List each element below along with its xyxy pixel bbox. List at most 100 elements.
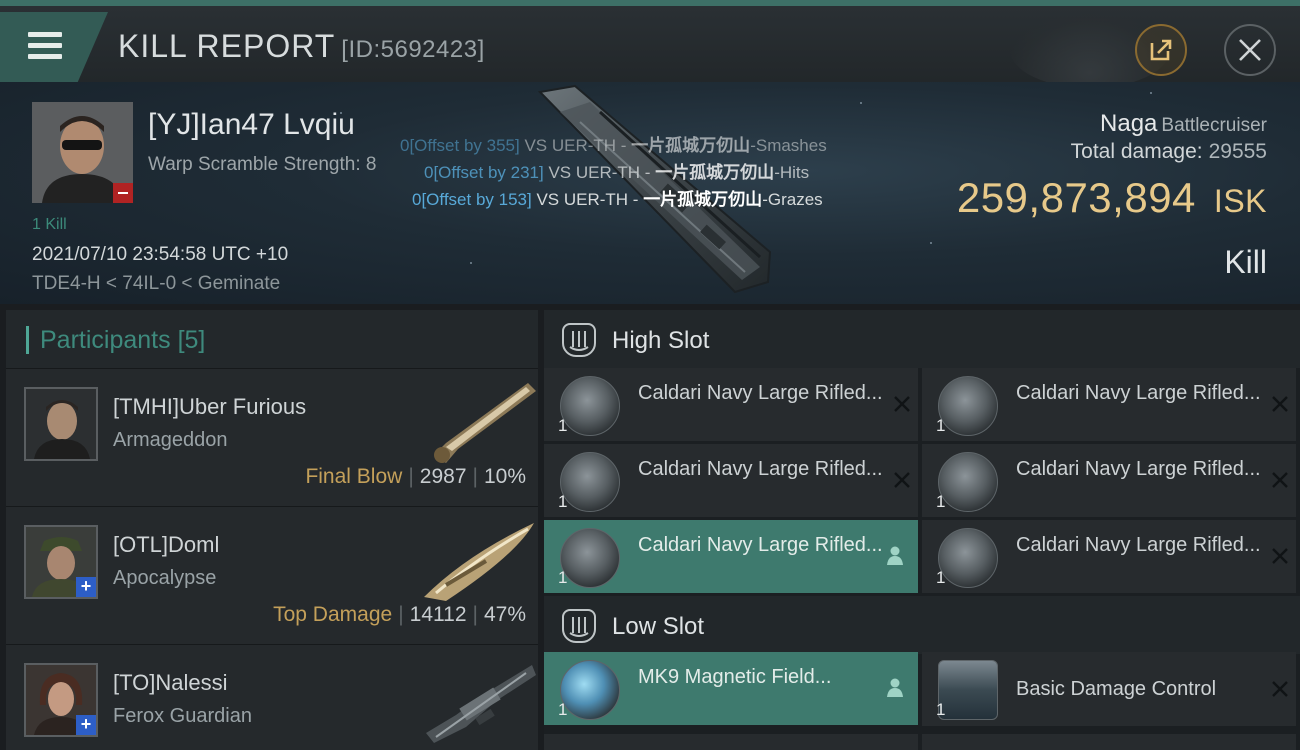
participants-header: Participants [5] bbox=[6, 310, 538, 368]
participants-panel: Participants [5] [TMHI]Uber Furious Arma… bbox=[6, 310, 538, 750]
rifled-launcher-icon bbox=[560, 376, 620, 436]
high-slot-icon bbox=[562, 323, 596, 357]
participant-row[interactable]: [TMHI]Uber Furious Armageddon Final Blow… bbox=[6, 368, 538, 506]
rifled-launcher-icon bbox=[560, 452, 620, 512]
hit-offset: 0[Offset by 231] bbox=[424, 163, 544, 182]
participant-ship-image bbox=[426, 665, 536, 743]
module-item-partial[interactable] bbox=[544, 734, 918, 750]
module-name: Basic Damage Control bbox=[1016, 678, 1217, 700]
participant-ship-image bbox=[424, 523, 534, 601]
menu-button[interactable] bbox=[0, 12, 108, 82]
star bbox=[930, 242, 932, 244]
participant-ship: Ferox Guardian bbox=[113, 705, 252, 727]
separator: | bbox=[408, 465, 414, 488]
participant-name[interactable]: [TO]Nalessi bbox=[113, 670, 228, 696]
high-slot-header: High Slot bbox=[544, 310, 1300, 368]
module-name: Caldari Navy Large Rifled... bbox=[1016, 382, 1261, 404]
participant-portrait bbox=[26, 389, 96, 459]
star bbox=[1150, 92, 1152, 94]
fleet-plus-badge: + bbox=[76, 577, 96, 597]
hit-log: 0[Offset by 355] VS UER-TH - 一片孤城万仞山-Sma… bbox=[400, 132, 827, 213]
module-item[interactable]: 1 Caldari Navy Large Rifled... bbox=[544, 444, 918, 517]
kill-count[interactable]: 1 Kill bbox=[32, 216, 67, 234]
hit-row: 0[Offset by 231] VS UER-TH - 一片孤城万仞山-Hit… bbox=[400, 159, 827, 186]
module-item[interactable]: 1 Caldari Navy Large Rifled... bbox=[922, 520, 1296, 593]
participant-name[interactable]: [OTL]Doml bbox=[113, 532, 219, 558]
module-name: Caldari Navy Large Rifled... bbox=[1016, 534, 1261, 556]
fleet-plus-badge: + bbox=[76, 715, 96, 735]
isk-amount: 259,873,894 bbox=[956, 174, 1196, 221]
participant-name[interactable]: [TMHI]Uber Furious bbox=[113, 394, 306, 420]
module-item[interactable]: 1 MK9 Magnetic Field... bbox=[544, 652, 918, 725]
module-name: Caldari Navy Large Rifled... bbox=[638, 534, 883, 556]
module-item[interactable]: 1 Caldari Navy Large Rifled... bbox=[544, 520, 918, 593]
share-icon bbox=[1150, 39, 1172, 61]
result-label: Kill bbox=[1224, 244, 1267, 280]
participant-row[interactable]: + [TO]Nalessi Ferox Guardian bbox=[6, 644, 538, 750]
page-title-text: KILL REPORT bbox=[118, 28, 336, 64]
close-button[interactable] bbox=[1224, 24, 1276, 76]
top-damage-tag: Top Damage bbox=[273, 603, 393, 626]
module-quantity: 1 bbox=[936, 568, 946, 587]
hit-offset: 0[Offset by 355] bbox=[400, 136, 520, 155]
separator: | bbox=[472, 603, 478, 626]
title-bar: KILL REPORT [ID:5692423] bbox=[0, 0, 1300, 88]
rifled-launcher-icon bbox=[560, 528, 620, 588]
star bbox=[860, 102, 862, 104]
destroyed-icon bbox=[894, 396, 910, 412]
kill-location: TDE4-H < 74IL-0 < Geminate bbox=[32, 273, 281, 294]
damage-control-icon bbox=[938, 660, 998, 720]
module-item-partial[interactable] bbox=[922, 734, 1296, 750]
share-button[interactable] bbox=[1135, 24, 1187, 76]
hit-verb: -Smashes bbox=[750, 136, 827, 155]
page-title: KILL REPORT [ID:5692423] bbox=[118, 28, 485, 65]
module-name: Caldari Navy Large Rifled... bbox=[638, 458, 883, 480]
module-item[interactable]: 1 Caldari Navy Large Rifled... bbox=[544, 368, 918, 441]
low-slot-icon bbox=[562, 609, 596, 643]
participants-count: [5] bbox=[177, 326, 206, 354]
hit-vs: VS UER-TH - bbox=[548, 163, 656, 182]
low-slot-header: Low Slot bbox=[544, 596, 1300, 654]
avatar[interactable]: + bbox=[24, 525, 98, 599]
separator: | bbox=[398, 603, 404, 626]
participant-row[interactable]: + [OTL]Doml Apocalypse Top Damage | 14112 |… bbox=[6, 506, 538, 644]
total-damage: Total damage: 29555 bbox=[1071, 140, 1267, 164]
hit-verb: -Hits bbox=[774, 163, 810, 182]
hamburger-icon-bar bbox=[28, 54, 62, 59]
participant-damage: 2987 bbox=[419, 465, 467, 488]
dropped-pilot-icon bbox=[887, 678, 903, 697]
destroyed-icon bbox=[1272, 548, 1288, 564]
participant-damage: 14112 bbox=[409, 603, 467, 626]
hostile-badge bbox=[113, 183, 133, 203]
avatar[interactable] bbox=[24, 387, 98, 461]
total-damage-label: Total damage: bbox=[1070, 140, 1203, 163]
destroyed-icon bbox=[894, 472, 910, 488]
ship-class: Battlecruiser bbox=[1161, 115, 1267, 136]
module-quantity: 1 bbox=[558, 568, 568, 587]
magnetic-field-stabilizer-icon bbox=[560, 660, 620, 720]
hit-offset: 0[Offset by 153] bbox=[412, 190, 532, 209]
hamburger-icon-bar bbox=[28, 43, 62, 48]
destroyed-icon bbox=[1272, 396, 1288, 412]
star bbox=[470, 262, 472, 264]
module-quantity: 1 bbox=[558, 700, 568, 719]
hit-row: 0[Offset by 153] VS UER-TH - 一片孤城万仞山-Gra… bbox=[400, 186, 827, 213]
fitting-panel: High Slot 1 Caldari Navy Large Rifled...… bbox=[544, 310, 1300, 750]
module-item[interactable]: 1 Basic Damage Control bbox=[922, 652, 1296, 726]
victim-name[interactable]: [YJ]Ian47 Lvqiu bbox=[148, 108, 355, 142]
hit-target: 一片孤城万仞山 bbox=[643, 190, 763, 209]
hit-target: 一片孤城万仞山 bbox=[631, 136, 751, 155]
module-item[interactable]: 1 Caldari Navy Large Rifled... bbox=[922, 444, 1296, 517]
close-icon bbox=[1239, 39, 1261, 61]
participant-stats: Final Blow | 2987 | 10% bbox=[305, 465, 526, 489]
participant-stats: Top Damage | 14112 | 47% bbox=[273, 603, 526, 627]
hit-vs: VS UER-TH - bbox=[536, 190, 644, 209]
avatar[interactable]: + bbox=[24, 663, 98, 737]
total-damage-value: 29555 bbox=[1208, 140, 1267, 163]
participants-label: Participants bbox=[40, 326, 171, 354]
hit-row: 0[Offset by 355] VS UER-TH - 一片孤城万仞山-Sma… bbox=[400, 132, 827, 159]
victim-ship[interactable]: Naga Battlecruiser bbox=[1100, 110, 1267, 138]
module-item[interactable]: 1 Caldari Navy Large Rifled... bbox=[922, 368, 1296, 441]
victim-avatar[interactable] bbox=[32, 102, 133, 203]
module-quantity: 1 bbox=[936, 492, 946, 511]
